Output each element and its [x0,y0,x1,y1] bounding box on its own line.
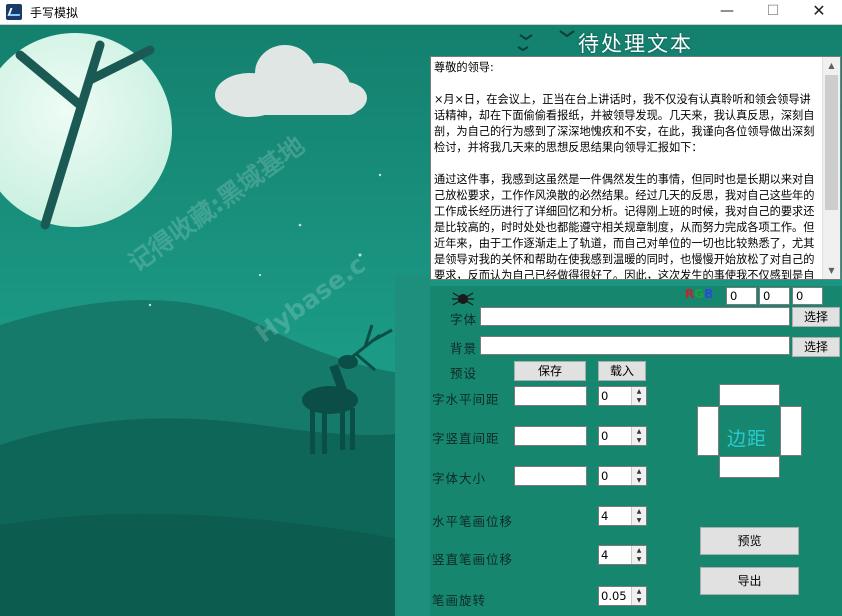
background-path-input[interactable] [480,336,790,355]
h-spacing-label: 字水平间距 [432,392,500,407]
h-spacing-spinner-value: 0 [601,389,609,403]
title-bar: 手写模拟 — ☐ ✕ [0,0,842,25]
preview-button[interactable]: 预览 [700,527,799,555]
app-icon [6,4,22,20]
font-size-spinner[interactable]: 0 ▲ ▼ [598,466,647,486]
h-spacing-spinner[interactable]: 0 ▲ ▼ [598,386,647,406]
v-stroke-offset-spinner[interactable]: 4 ▲ ▼ [598,545,647,565]
v-spacing-spinner-value: 0 [601,429,609,443]
preset-label: 预设 [450,366,478,381]
rgb-r-input[interactable]: 0 [726,287,757,305]
rgb-label: RGB [685,287,713,301]
v-spacing-spinner[interactable]: 0 ▲ ▼ [598,426,647,446]
font-size-input[interactable] [514,466,587,486]
font-select-button[interactable]: 选择 [792,307,840,327]
margin-right-input[interactable] [780,406,802,456]
scroll-thumb[interactable] [825,75,838,210]
v-stroke-offset-value: 4 [601,548,609,562]
margin-bottom-input[interactable] [719,456,780,478]
h-stroke-offset-spinner[interactable]: 4 ▲ ▼ [598,506,647,526]
background-label: 背景 [450,341,478,356]
maximize-button[interactable]: ☐ [750,0,796,24]
header-title: 待处理文本 [578,32,693,56]
font-label: 字体 [450,312,478,327]
text-area[interactable]: 尊敬的领导: ×月×日，在会议上，正当在台上讲话时，我不仅没有认真聆听和领会领导… [430,56,841,280]
spider-icon [452,292,474,306]
h-spacing-input[interactable] [514,386,587,406]
minimize-button[interactable]: — [704,0,750,24]
font-size-label: 字体大小 [432,471,487,486]
spin-down-icon[interactable]: ▼ [631,476,646,485]
v-stroke-offset-label: 竖直笔画位移 [432,552,514,567]
stroke-rotation-value: 0.05 [601,589,627,603]
preset-load-button[interactable]: 载入 [598,361,646,381]
rgb-g-label: G [694,287,705,301]
preset-save-button[interactable]: 保存 [514,361,586,381]
window-title: 手写模拟 [30,6,79,20]
margin-top-input[interactable] [719,384,780,406]
close-button[interactable]: ✕ [796,0,842,24]
rgb-b-input[interactable]: 0 [792,287,823,305]
margin-label: 边距 [727,428,768,450]
font-size-spinner-value: 0 [601,469,609,483]
stroke-rotation-label: 笔画旋转 [432,593,487,608]
spin-down-icon[interactable]: ▼ [631,555,646,564]
margin-left-input[interactable] [697,406,719,456]
background-select-button[interactable]: 选择 [792,337,840,357]
stroke-rotation-spinner[interactable]: 0.05 ▲ ▼ [598,586,647,606]
rgb-r-label: R [685,287,695,301]
scroll-up-icon[interactable]: ▲ [823,57,840,74]
rgb-b-label: B [704,287,714,301]
font-path-input[interactable] [480,307,790,326]
text-area-scrollbar[interactable]: ▲ ▼ [822,57,840,279]
spin-down-icon[interactable]: ▼ [631,436,646,445]
spin-down-icon[interactable]: ▼ [631,596,646,605]
spin-down-icon[interactable]: ▼ [631,396,646,405]
export-button[interactable]: 导出 [700,567,799,595]
text-area-content: 尊敬的领导: ×月×日，在会议上，正当在台上讲话时，我不仅没有认真聆听和领会领导… [434,61,815,280]
v-spacing-label: 字竖直间距 [432,431,500,446]
rgb-g-input[interactable]: 0 [759,287,790,305]
v-spacing-input[interactable] [514,426,587,446]
spin-down-icon[interactable]: ▼ [631,516,646,525]
h-stroke-offset-value: 4 [601,509,609,523]
scroll-down-icon[interactable]: ▼ [823,262,840,279]
h-stroke-offset-label: 水平笔画位移 [432,514,514,529]
